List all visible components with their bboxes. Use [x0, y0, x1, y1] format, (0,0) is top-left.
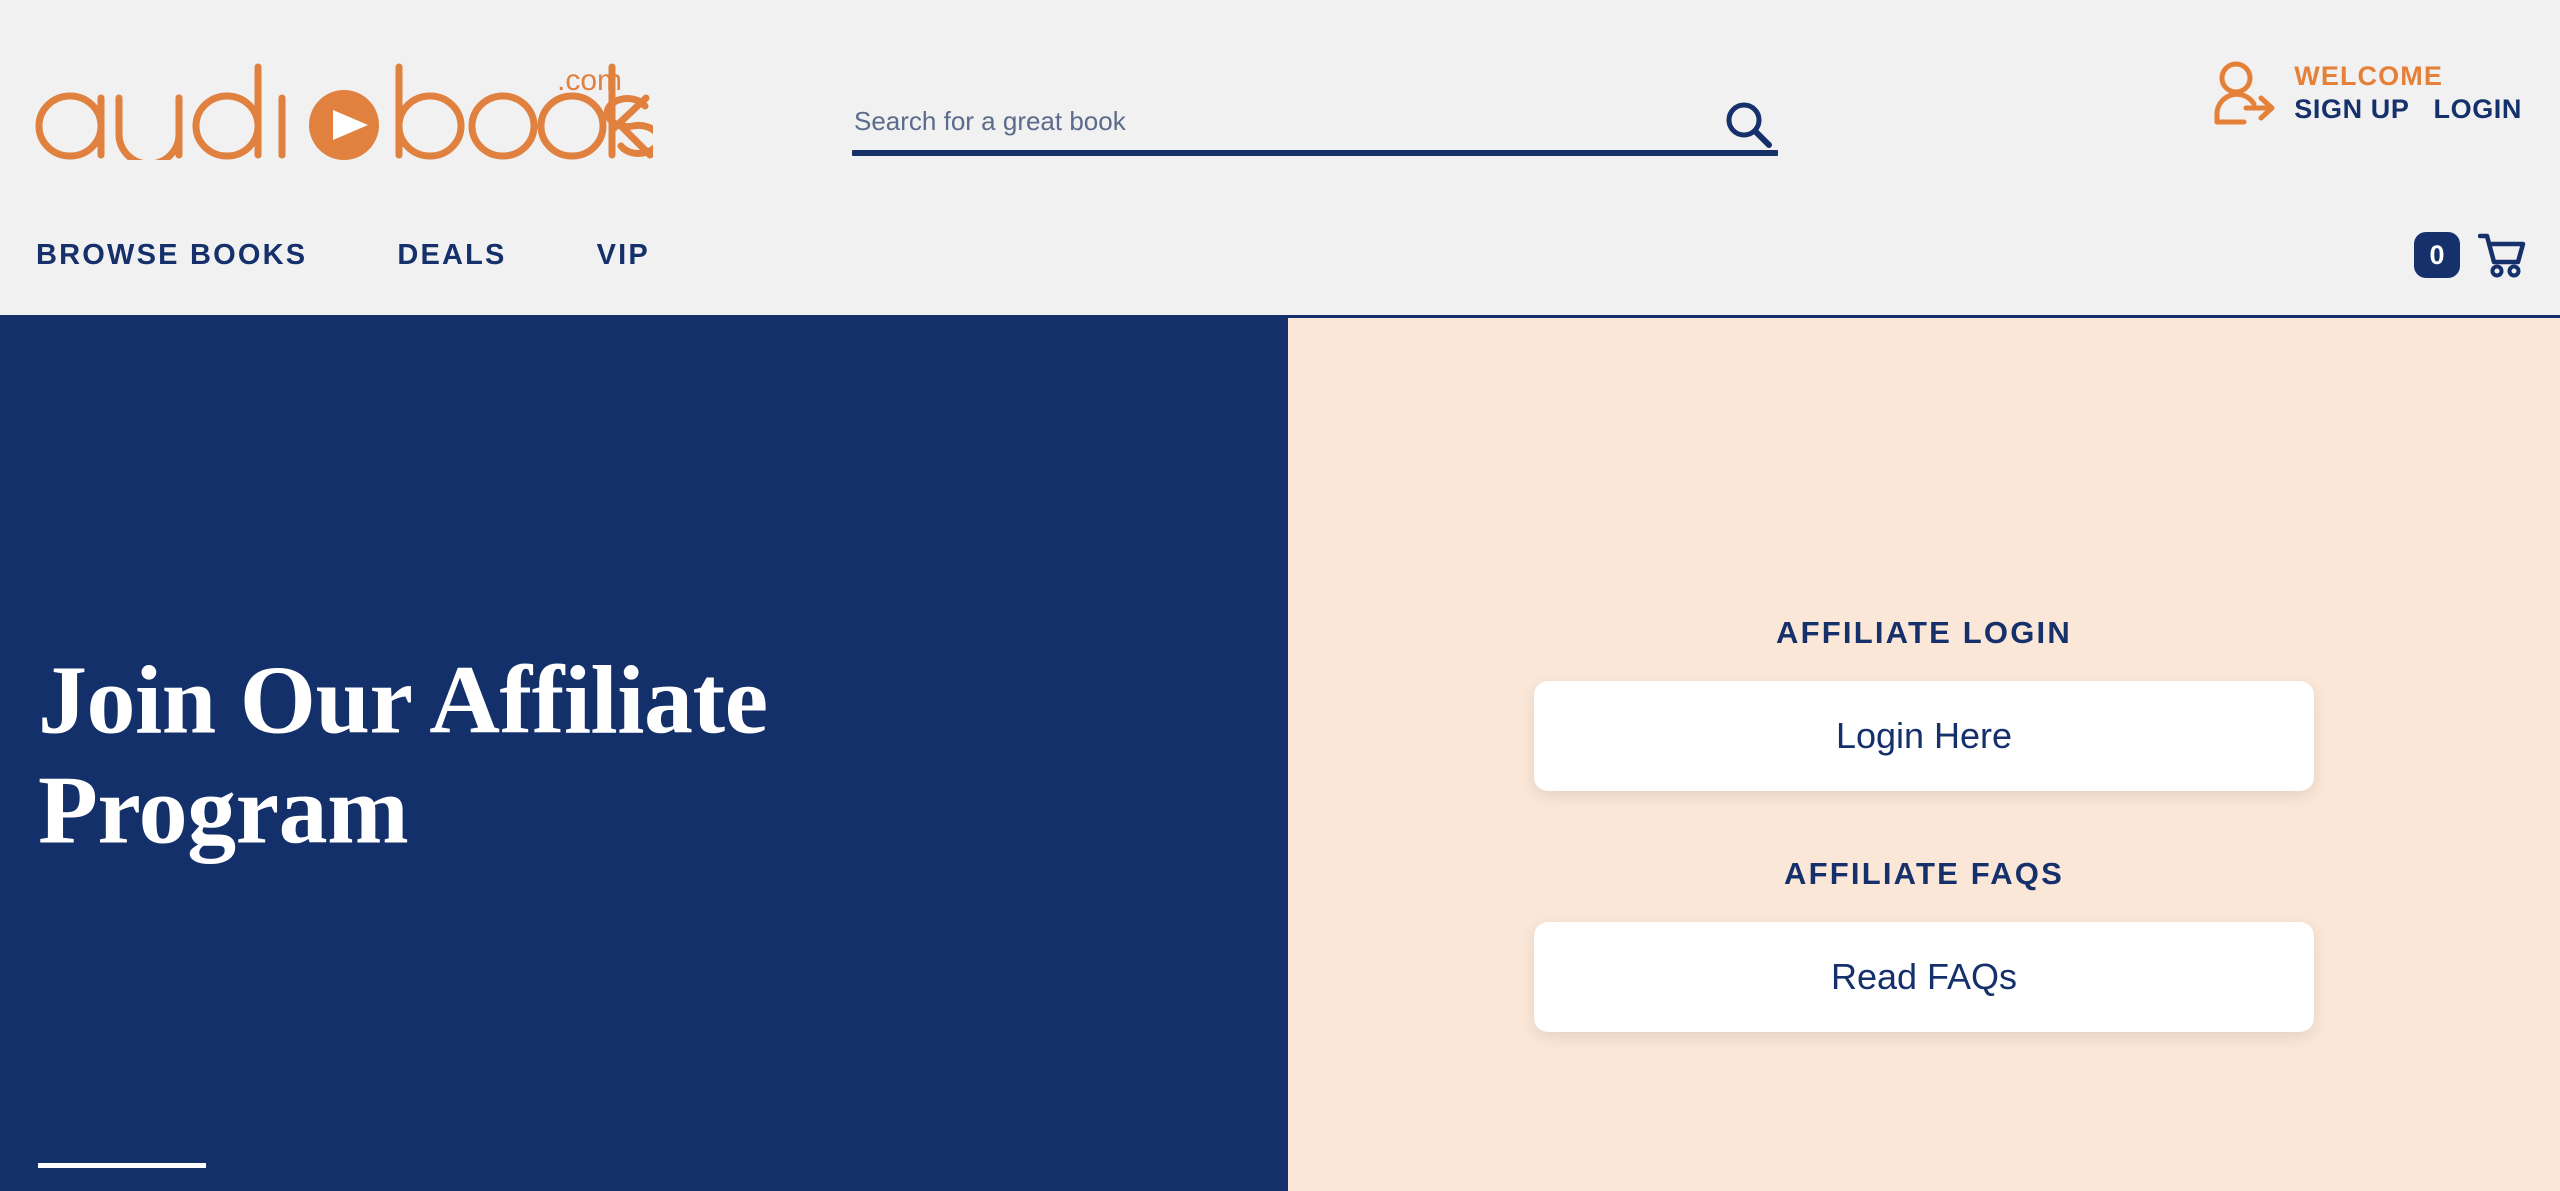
- auth-links: SIGN UP LOGIN: [2294, 94, 2523, 125]
- cart-area: 0: [2414, 232, 2526, 278]
- account-labels: WELCOME SIGN UP LOGIN: [2294, 60, 2523, 125]
- site-header: .com WELCOME SIGN UP LOGIN: [0, 0, 2560, 195]
- search-button[interactable]: [1722, 98, 1776, 152]
- affiliate-faqs-heading: AFFILIATE FAQS: [1784, 856, 2064, 891]
- nav-item-deals[interactable]: DEALS: [397, 239, 506, 272]
- cart-count-badge[interactable]: 0: [2414, 232, 2460, 278]
- site-logo[interactable]: .com: [33, 62, 653, 160]
- sign-up-link[interactable]: SIGN UP: [2294, 94, 2409, 125]
- nav-item-vip[interactable]: VIP: [597, 239, 650, 272]
- affiliate-faqs-block: AFFILIATE FAQS Read FAQs: [1534, 856, 2314, 1032]
- login-link[interactable]: LOGIN: [2434, 94, 2523, 125]
- nav-item-browse-books[interactable]: BROWSE BOOKS: [36, 239, 307, 272]
- affiliate-login-heading: AFFILIATE LOGIN: [1776, 615, 2072, 650]
- hero-panel: Join Our Affiliate Program MAKE MONEY BY…: [0, 318, 1288, 1191]
- page-title: Join Our Affiliate Program: [38, 646, 768, 865]
- main-navigation: BROWSE BOOKS DEALS VIP 0: [0, 195, 2560, 318]
- account-area: WELCOME SIGN UP LOGIN: [2214, 60, 2522, 126]
- welcome-label: WELCOME: [2294, 60, 2443, 91]
- read-faqs-button[interactable]: Read FAQs: [1534, 922, 2314, 1032]
- logo-domain-suffix: .com: [557, 64, 622, 97]
- user-signin-icon: [2214, 61, 2275, 125]
- shopping-cart-icon[interactable]: [2478, 232, 2526, 278]
- hero-divider: [38, 1163, 206, 1168]
- search-input[interactable]: [852, 92, 1778, 150]
- search-icon: [1726, 102, 1772, 148]
- login-here-button[interactable]: Login Here: [1534, 681, 2314, 791]
- search-bar: [852, 92, 1778, 160]
- nav-item-list: BROWSE BOOKS DEALS VIP: [0, 239, 740, 272]
- affiliate-login-block: AFFILIATE LOGIN Login Here: [1534, 615, 2314, 791]
- audiobooks-logo-icon: .com: [35, 63, 653, 160]
- search-underline: [852, 150, 1778, 156]
- main-content: Join Our Affiliate Program MAKE MONEY BY…: [0, 318, 2560, 1191]
- side-panel: AFFILIATE LOGIN Login Here AFFILIATE FAQ…: [1288, 318, 2560, 1191]
